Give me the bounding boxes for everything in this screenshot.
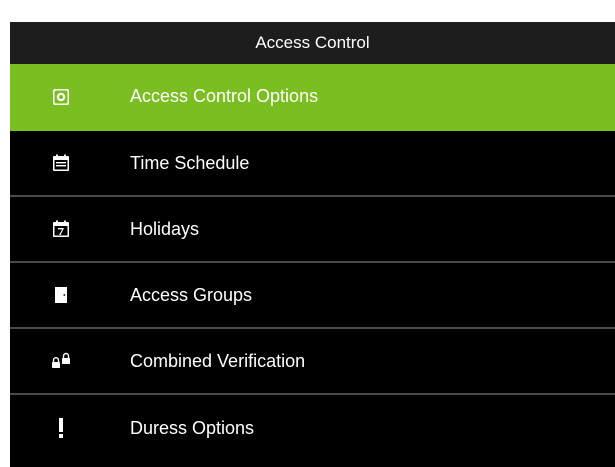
menu-item-label: Duress Options <box>130 417 255 438</box>
exclamation-icon <box>50 417 72 439</box>
menu-item-holidays[interactable]: Holidays <box>10 197 615 263</box>
calendar-icon <box>50 152 72 174</box>
settings-square-icon <box>50 86 72 108</box>
menu-item-time-schedule[interactable]: Time Schedule <box>10 131 615 197</box>
page-title: Access Control <box>255 33 370 52</box>
device-screen: Access Control Access Control Options Ti… <box>10 22 615 467</box>
cropped-top-text <box>0 0 615 22</box>
menu-item-label: Access Control Options <box>130 86 319 106</box>
menu-item-label: Access Groups <box>130 284 253 305</box>
menu-item-label: Holidays <box>130 218 200 239</box>
door-icon <box>50 284 72 306</box>
menu-item-label: Combined Verification <box>130 350 306 371</box>
locks-icon <box>50 350 72 372</box>
menu-item-combined-verification[interactable]: Combined Verification <box>10 329 615 395</box>
title-bar: Access Control <box>10 22 615 65</box>
menu-item-access-groups[interactable]: Access Groups <box>10 263 615 329</box>
menu-item-label: Time Schedule <box>130 152 250 173</box>
calendar-7-icon <box>50 218 72 240</box>
menu-list: Access Control Options Time Schedule Hol… <box>10 64 615 461</box>
menu-item-duress-options[interactable]: Duress Options <box>10 395 615 461</box>
menu-item-access-control-options[interactable]: Access Control Options <box>10 64 615 131</box>
